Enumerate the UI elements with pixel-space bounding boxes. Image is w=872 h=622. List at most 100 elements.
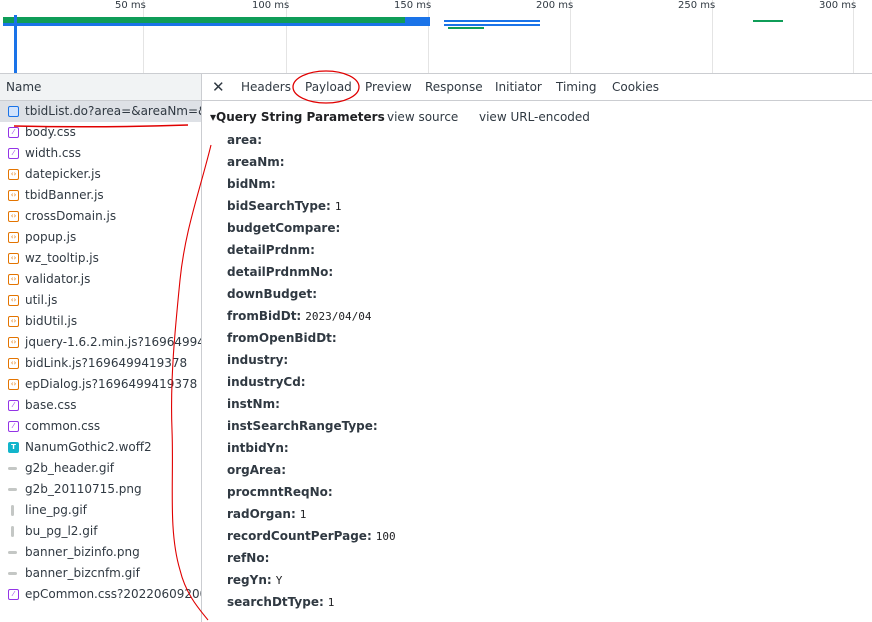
request-name: width.css (25, 146, 81, 160)
tab-response[interactable]: Response (425, 74, 483, 100)
tab-cookies[interactable]: Cookies (612, 74, 659, 100)
param-key: searchDtType: (227, 595, 324, 609)
request-row[interactable]: ‹› epDialog.js?1696499419378 (0, 374, 201, 395)
request-row[interactable]: ‹› validator.js (0, 269, 201, 290)
tab-payload[interactable]: Payload (305, 74, 352, 100)
request-row[interactable]: banner_bizcnfm.gif (0, 563, 201, 584)
view-source-link[interactable]: view source (387, 110, 458, 124)
section-title: Query String Parameters (216, 110, 385, 124)
stylesheet-icon: ⁄ (8, 421, 19, 432)
timeline-tick-label: 100 ms (252, 0, 290, 11)
request-name: g2b_header.gif (25, 461, 115, 475)
script-icon: ‹› (8, 232, 19, 243)
request-row[interactable]: ‹› bidUtil.js (0, 311, 201, 332)
param-value[interactable]: Y (276, 574, 283, 587)
param-key: detailPrdnm: (227, 243, 315, 257)
request-name: banner_bizcnfm.gif (25, 566, 140, 580)
request-name: bu_pg_l2.gif (25, 524, 98, 538)
request-row[interactable]: ‹› crossDomain.js (0, 206, 201, 227)
request-row[interactable]: ‹› jquery-1.6.2.min.js?1696499419... (0, 332, 201, 353)
request-name: line_pg.gif (25, 503, 87, 517)
request-row[interactable]: ‹› popup.js (0, 227, 201, 248)
param-key: procmntReqNo: (227, 485, 333, 499)
query-string-section-toggle[interactable]: ▾Query String Parameters (210, 110, 385, 124)
tab-initiator[interactable]: Initiator (495, 74, 542, 100)
query-param-row: bidSearchType: 1 (227, 199, 341, 213)
image-icon (8, 467, 17, 470)
request-name: crossDomain.js (25, 209, 117, 223)
param-value[interactable]: 1 (328, 596, 335, 609)
request-row[interactable]: bu_pg_l2.gif (0, 521, 201, 542)
timeline-request-bar (448, 27, 484, 29)
timeline-tick-label: 300 ms (819, 0, 857, 11)
query-param-row: instSearchRangeType: (227, 419, 382, 433)
param-value[interactable]: 1 (335, 200, 342, 213)
request-row[interactable]: ‹› wz_tooltip.js (0, 248, 201, 269)
request-row[interactable]: ⁄ common.css (0, 416, 201, 437)
font-icon: T (8, 442, 19, 453)
script-icon: ‹› (8, 379, 19, 390)
request-row[interactable]: banner_bizinfo.png (0, 542, 201, 563)
request-row[interactable]: ‹› util.js (0, 290, 201, 311)
image-icon (11, 505, 14, 516)
view-url-encoded-link[interactable]: view URL-encoded (479, 110, 590, 124)
image-icon (8, 572, 17, 575)
image-icon (8, 488, 17, 491)
param-value[interactable]: 100 (376, 530, 396, 543)
param-key: intbidYn: (227, 441, 289, 455)
param-key: bidNm: (227, 177, 276, 191)
request-row[interactable]: ‹› tbidBanner.js (0, 185, 201, 206)
param-key: industry: (227, 353, 289, 367)
request-row[interactable]: ‹› datepicker.js (0, 164, 201, 185)
query-param-row: fromOpenBidDt: (227, 331, 341, 345)
details-tab-bar: ✕ Headers Payload Preview Response Initi… (202, 74, 872, 101)
param-key: downBudget: (227, 287, 318, 301)
request-name: datepicker.js (25, 167, 101, 181)
image-icon (11, 526, 14, 537)
request-name: epDialog.js?1696499419378 (25, 377, 198, 391)
request-row[interactable]: g2b_header.gif (0, 458, 201, 479)
request-row[interactable]: ⁄ body.css (0, 122, 201, 143)
request-row[interactable]: ⁄ base.css (0, 395, 201, 416)
request-row[interactable]: tbidList.do?area=&areaNm=&... (0, 101, 201, 122)
param-key: refNo: (227, 551, 270, 565)
tab-preview[interactable]: Preview (365, 74, 412, 100)
request-row[interactable]: ⁄ epCommon.css?202206092000 (0, 584, 201, 605)
query-param-row: area: (227, 133, 266, 147)
query-param-row: instNm: (227, 397, 284, 411)
param-key: area: (227, 133, 263, 147)
request-details-pane: ✕ Headers Payload Preview Response Initi… (202, 74, 872, 622)
query-param-row: orgArea: (227, 463, 290, 477)
timeline-tick-label: 150 ms (394, 0, 432, 11)
tab-timing[interactable]: Timing (556, 74, 597, 100)
param-key: industryCd: (227, 375, 306, 389)
image-icon (8, 551, 17, 554)
query-param-row: refNo: (227, 551, 273, 565)
query-param-row: procmntReqNo: (227, 485, 337, 499)
query-param-row: fromBidDt: 2023/04/04 (227, 309, 371, 323)
script-icon: ‹› (8, 169, 19, 180)
param-value[interactable]: 1 (300, 508, 307, 521)
request-row[interactable]: ‹› bidLink.js?1696499419378 (0, 353, 201, 374)
request-row[interactable]: line_pg.gif (0, 500, 201, 521)
request-name: wz_tooltip.js (25, 251, 99, 265)
query-param-row: detailPrdnmNo: (227, 265, 337, 279)
request-name: epCommon.css?202206092000 (25, 587, 201, 601)
network-timeline-overview[interactable]: 50 ms 100 ms 150 ms 200 ms 250 ms 300 ms (0, 0, 872, 74)
request-row[interactable]: T NanumGothic2.woff2 (0, 437, 201, 458)
param-key: fromBidDt: (227, 309, 302, 323)
request-row[interactable]: g2b_20110715.png (0, 479, 201, 500)
request-name: NanumGothic2.woff2 (25, 440, 152, 454)
query-param-row: industryCd: (227, 375, 310, 389)
name-column-header[interactable]: Name (0, 74, 201, 101)
tab-headers[interactable]: Headers (241, 74, 291, 100)
request-row[interactable]: ⁄ width.css (0, 143, 201, 164)
request-name: base.css (25, 398, 77, 412)
query-param-row: bidNm: (227, 177, 280, 191)
request-name: common.css (25, 419, 101, 433)
close-icon[interactable]: ✕ (212, 77, 225, 97)
timeline-tick-label: 200 ms (536, 0, 574, 11)
param-value[interactable]: 2023/04/04 (305, 310, 371, 323)
request-name: body.css (25, 125, 76, 139)
script-icon: ‹› (8, 211, 19, 222)
